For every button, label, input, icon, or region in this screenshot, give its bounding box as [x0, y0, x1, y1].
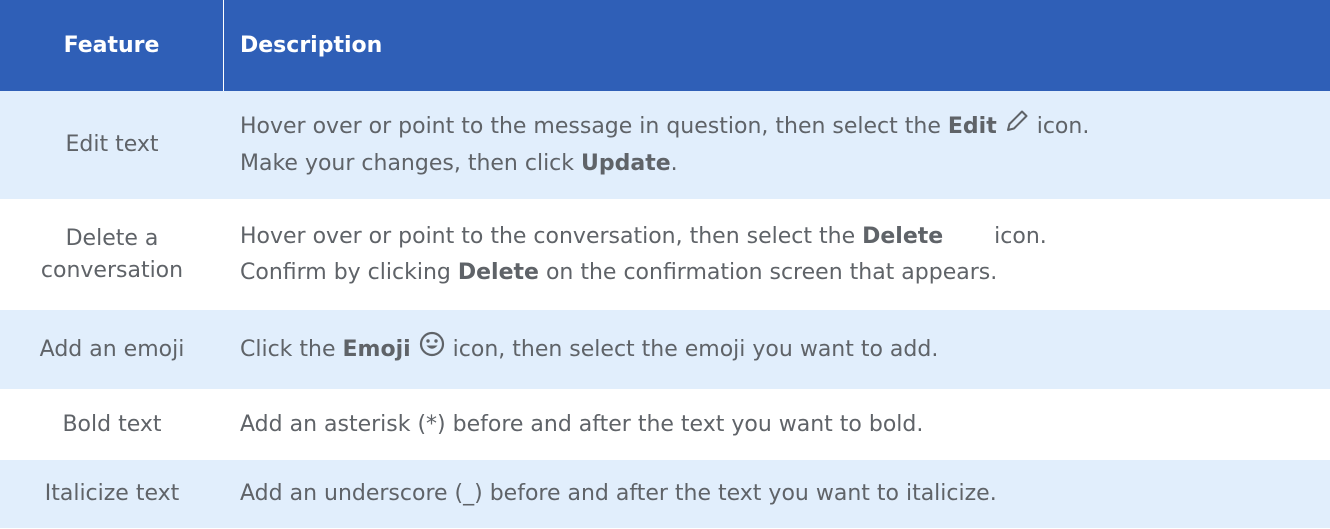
table-header: Feature Description — [0, 0, 1330, 91]
table-row: Bold text Add an asterisk (*) before and… — [0, 390, 1330, 460]
feature-cell: Add an emoji — [39, 336, 185, 362]
feature-cell: Italicize text — [44, 481, 180, 506]
description-text: . — [670, 151, 678, 176]
feature-text: Delete a — [65, 225, 159, 251]
description-cell: Add an underscore (_) before and after t… — [240, 481, 997, 506]
description-cell: Click the Emoji icon, then select the em… — [224, 330, 938, 370]
description-bold: Edit — [947, 114, 997, 139]
table-row: Italicize text Add an underscore (_) bef… — [0, 460, 1330, 529]
feature-cell: Delete a conversation — [0, 223, 224, 287]
table-row: Edit text Hover over or point to the mes… — [0, 91, 1330, 200]
description-text: Hover over or point to the message in qu… — [240, 114, 948, 139]
description-text: Hover over or point to the conversation,… — [240, 223, 863, 249]
description-text: Confirm by clicking — [240, 259, 458, 285]
description-bold: Delete — [457, 259, 539, 285]
table-row: Delete a conversation Hover over or poin… — [0, 200, 1330, 310]
header-description: Description — [240, 33, 383, 58]
description-bold: Update — [581, 151, 671, 176]
smiley-icon — [418, 330, 446, 370]
description-text: on the confirmation screen that appears. — [538, 259, 998, 285]
table-row: Add an emoji Click the Emoji icon, then … — [0, 310, 1330, 390]
description-bold: Emoji — [342, 336, 411, 362]
feature-cell: Bold text — [62, 411, 162, 437]
pencil-icon — [1004, 108, 1030, 146]
features-table: Feature Description Edit text Hover over… — [0, 0, 1330, 529]
description-bold: Delete — [862, 223, 944, 249]
description-cell: Add an asterisk (*) before and after the… — [240, 411, 924, 437]
description-text: icon. — [987, 223, 1047, 249]
description-text: Make your changes, then click — [240, 151, 582, 176]
feature-text: conversation — [40, 257, 184, 283]
description-text: icon, then select the emoji you want to … — [445, 336, 939, 362]
description-text: icon. — [1029, 114, 1090, 139]
feature-cell: Edit text — [65, 132, 159, 157]
header-feature: Feature — [0, 0, 224, 91]
description-cell: Hover over or point to the message in qu… — [224, 108, 1089, 182]
description-cell: Hover over or point to the conversation,… — [224, 219, 1047, 291]
description-text: Click the — [240, 336, 343, 362]
